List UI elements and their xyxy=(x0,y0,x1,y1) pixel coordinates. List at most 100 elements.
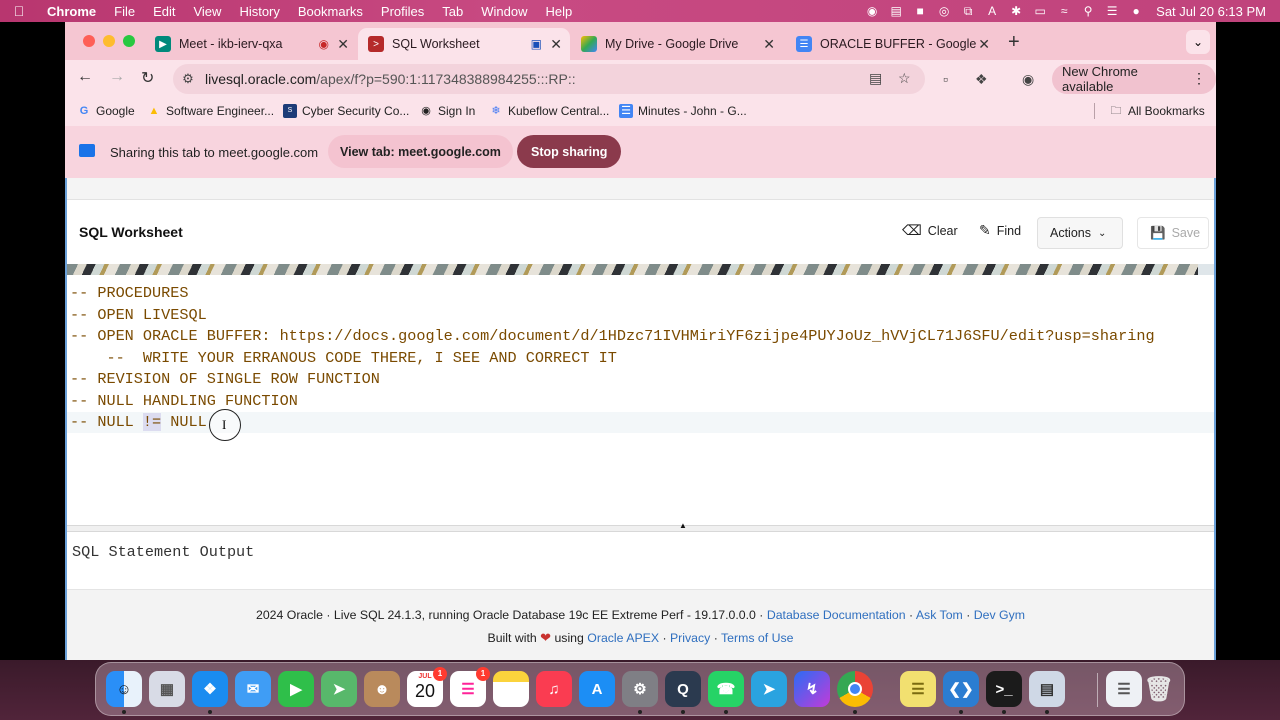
menu-help[interactable]: Help xyxy=(537,4,582,19)
maps-icon[interactable]: ➤ xyxy=(321,671,357,707)
finder-icon[interactable]: ☺ xyxy=(106,671,142,707)
save-button[interactable]: 💾 Save xyxy=(1137,217,1209,249)
panel-splitter[interactable]: ▲ xyxy=(67,522,1214,532)
close-window-button[interactable] xyxy=(83,35,95,47)
siri-icon[interactable]: ● xyxy=(1124,4,1148,18)
running-indicator xyxy=(853,710,857,714)
address-bar[interactable]: ⚙ livesql.oracle.com/apex/f?p=590:1:1173… xyxy=(173,64,925,94)
menu-file[interactable]: File xyxy=(105,4,144,19)
camera-icon[interactable]: ■ xyxy=(908,4,932,18)
cast-icon[interactable]: ▫ xyxy=(943,71,948,87)
calendar-badge: 1 xyxy=(433,667,447,681)
tab-search-button[interactable]: ⌄ xyxy=(1186,30,1210,54)
bookmark-cyber-security[interactable]: S Cyber Security Co... xyxy=(283,104,409,118)
bluetooth-icon[interactable]: ✱ xyxy=(1004,4,1028,18)
preview-icon[interactable]: ▤ xyxy=(1029,671,1065,707)
bookmark-sign-in[interactable]: ◉ Sign In xyxy=(419,104,475,118)
bookmark-software-engineer[interactable]: ▲ Software Engineer... xyxy=(147,104,275,118)
tab-sql-worksheet[interactable]: > SQL Worksheet ▣ ✕ xyxy=(358,28,570,60)
site-info-icon[interactable]: ⚙ xyxy=(173,71,203,87)
tab-meet[interactable]: ▶ Meet - ikb-ierv-qxa ◉ ✕ xyxy=(145,28,357,60)
terminal-icon[interactable]: >_ xyxy=(986,671,1022,707)
vscode-icon[interactable]: ❮❯ xyxy=(943,671,979,707)
whatsapp-icon[interactable]: ☎ xyxy=(708,671,744,707)
minimize-window-button[interactable] xyxy=(103,35,115,47)
menu-history[interactable]: History xyxy=(230,4,288,19)
reload-button[interactable]: ↻ xyxy=(141,68,154,88)
calendar-day: 20 xyxy=(414,681,436,701)
all-bookmarks-button[interactable]: 🗀 All Bookmarks xyxy=(1109,104,1205,118)
collapse-arrow-icon[interactable]: ▲ xyxy=(660,522,706,531)
contacts-icon[interactable]: ☻ xyxy=(364,671,400,707)
screens-icon[interactable]: ⧉ xyxy=(956,4,980,19)
close-tab-icon[interactable]: ✕ xyxy=(978,36,990,53)
chrome-icon[interactable] xyxy=(837,671,873,707)
system-settings-icon[interactable]: ⚙ xyxy=(622,671,658,707)
install-app-icon[interactable]: ▤ xyxy=(869,70,882,87)
meter-icon[interactable]: ▤ xyxy=(884,4,908,18)
back-button[interactable]: ← xyxy=(77,68,93,86)
menu-clock[interactable]: Sat Jul 20 6:13 PM xyxy=(1148,4,1280,19)
oracle-apex-link[interactable]: Oracle APEX xyxy=(587,631,659,645)
bookmark-star-icon[interactable]: ☆ xyxy=(898,70,911,87)
new-tab-button[interactable]: + xyxy=(1008,31,1020,54)
input-source-icon[interactable]: A xyxy=(980,4,1004,18)
bookmark-minutes[interactable]: ☰ Minutes - John - G... xyxy=(619,104,747,118)
tab-oracle-buffer[interactable]: ☰ ORACLE BUFFER - Google Do ✕ xyxy=(786,28,998,60)
app-store-icon[interactable]: A xyxy=(579,671,615,707)
tab-google-drive[interactable]: My Drive - Google Drive ✕ xyxy=(571,28,783,60)
terms-of-use-link[interactable]: Terms of Use xyxy=(721,631,793,645)
database-documentation-link[interactable]: Database Documentation xyxy=(767,608,906,622)
telegram-icon[interactable]: ➤ xyxy=(751,671,787,707)
tab-strip: ▶ Meet - ikb-ierv-qxa ◉ ✕ > SQL Workshee… xyxy=(65,22,1216,60)
zoom-window-button[interactable] xyxy=(123,35,135,47)
using-text: using xyxy=(551,631,588,645)
menu-window[interactable]: Window xyxy=(472,4,536,19)
menu-profiles[interactable]: Profiles xyxy=(372,4,433,19)
music-icon[interactable]: ♫ xyxy=(536,671,572,707)
quicktime-icon[interactable]: Q xyxy=(665,671,701,707)
trash-icon[interactable]: 🗑 xyxy=(1141,671,1177,707)
menu-edit[interactable]: Edit xyxy=(144,4,184,19)
clear-button[interactable]: ⌫ Clear xyxy=(902,222,958,239)
dev-gym-link[interactable]: Dev Gym xyxy=(974,608,1025,622)
close-tab-icon[interactable]: ✕ xyxy=(550,36,562,53)
facetime-icon[interactable]: ▶ xyxy=(278,671,314,707)
more-menu-icon[interactable]: ⋮ xyxy=(1192,70,1206,87)
airdrop-icon[interactable]: ◎ xyxy=(932,4,956,18)
messenger-icon[interactable]: ↯ xyxy=(794,671,830,707)
menu-app-name[interactable]: Chrome xyxy=(38,4,105,19)
menu-view[interactable]: View xyxy=(184,4,230,19)
battery-icon[interactable]: ▭ xyxy=(1028,4,1052,18)
menu-tab[interactable]: Tab xyxy=(433,4,472,19)
notes-icon[interactable] xyxy=(493,671,529,707)
wifi-icon[interactable]: ≈ xyxy=(1052,4,1076,18)
sql-editor[interactable]: -- PROCEDURES -- OPEN LIVESQL -- OPEN OR… xyxy=(67,275,1214,525)
screen-record-icon[interactable]: ◉ xyxy=(860,4,884,18)
stickies-icon[interactable]: ☰ xyxy=(900,671,936,707)
new-chrome-available-button[interactable]: New Chrome available ⋮ xyxy=(1052,64,1216,94)
control-center-icon[interactable]: ☰ xyxy=(1100,4,1124,18)
reminders-icon[interactable]: ☰ 1 xyxy=(450,667,490,707)
actions-menu-button[interactable]: Actions ⌄ xyxy=(1037,217,1123,249)
spotlight-icon[interactable]: ⚲ xyxy=(1076,4,1100,18)
close-tab-icon[interactable]: ✕ xyxy=(763,36,775,53)
stop-sharing-button[interactable]: Stop sharing xyxy=(517,135,622,168)
forward-button[interactable]: → xyxy=(109,68,125,86)
view-tab-button[interactable]: View tab: meet.google.com xyxy=(328,135,513,168)
mail-icon[interactable]: ✉ xyxy=(235,671,271,707)
menu-bookmarks[interactable]: Bookmarks xyxy=(289,4,372,19)
privacy-link[interactable]: Privacy xyxy=(670,631,710,645)
apple-menu-icon[interactable]:  xyxy=(0,3,38,19)
launchpad-icon[interactable]: ▦ xyxy=(149,671,185,707)
document-icon[interactable]: ☰ xyxy=(1106,671,1142,707)
bookmark-google[interactable]: G Google xyxy=(77,104,135,118)
safari-icon[interactable]: ❖ xyxy=(192,671,228,707)
ask-tom-link[interactable]: Ask Tom xyxy=(916,608,963,622)
bookmark-kubeflow[interactable]: ❄ Kubeflow Central... xyxy=(489,104,609,118)
calendar-icon[interactable]: JUL 20 1 xyxy=(407,667,447,707)
close-tab-icon[interactable]: ✕ xyxy=(337,36,349,53)
find-button[interactable]: ✎ Find xyxy=(979,222,1021,239)
profile-avatar-icon[interactable]: ◉ xyxy=(1022,71,1034,88)
extensions-icon[interactable]: ❖ xyxy=(975,71,988,88)
